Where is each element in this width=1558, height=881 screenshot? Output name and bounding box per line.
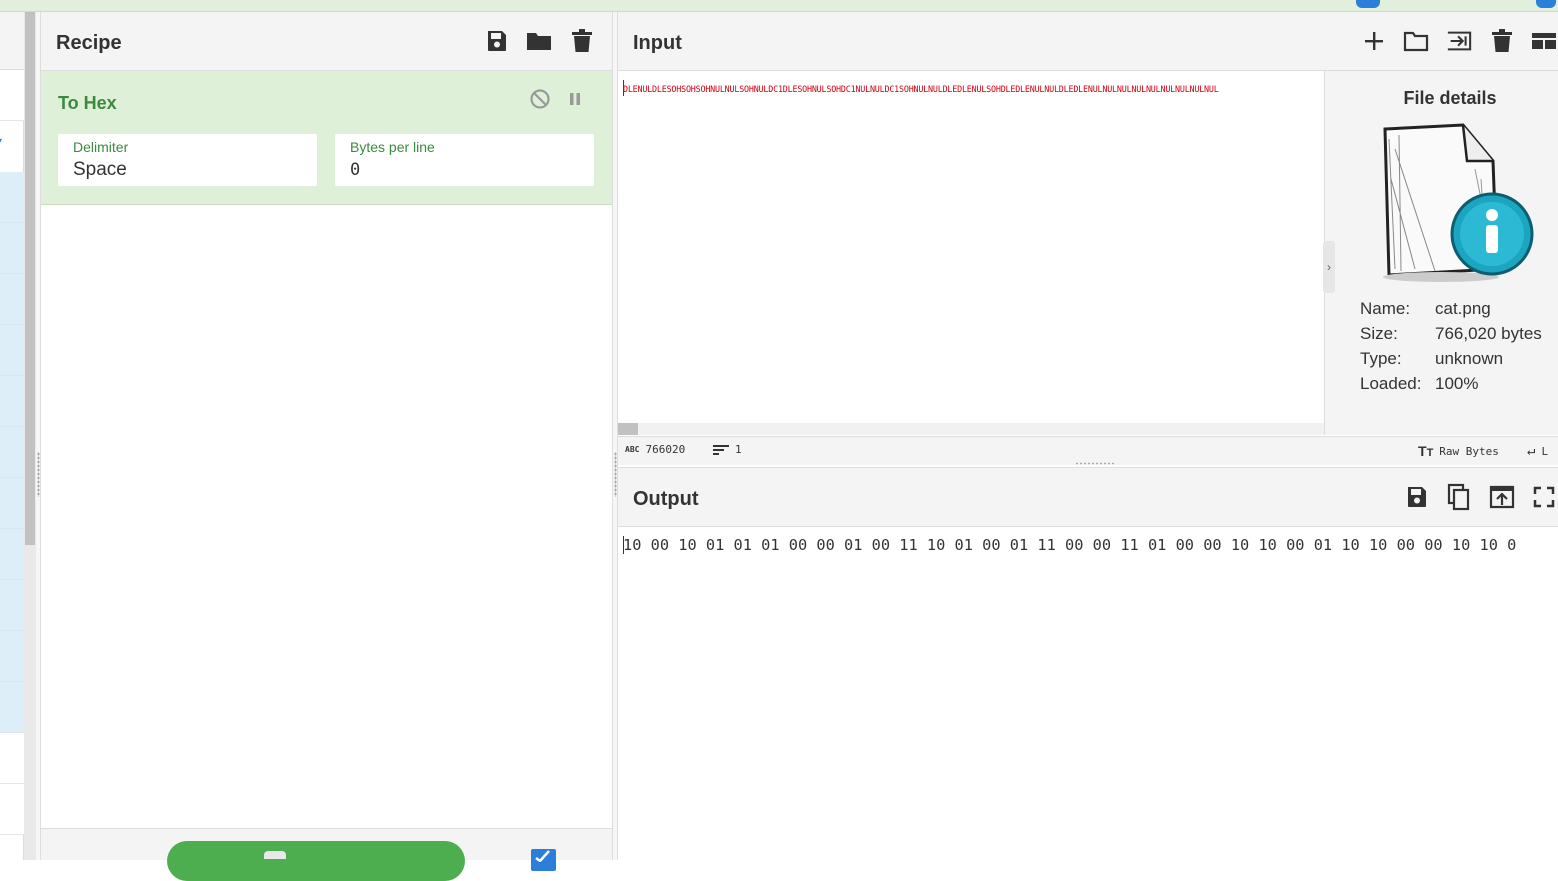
replace-input-icon[interactable] — [1489, 484, 1515, 510]
input-panel: Input DLENULDLESOHSOHSOHNULNULSOHNULDC1D… — [618, 12, 1558, 465]
file-size-label: Size: — [1360, 324, 1398, 343]
operation-list-item[interactable] — [0, 223, 24, 274]
trash-icon[interactable] — [569, 28, 595, 54]
operation-list-item[interactable] — [0, 376, 24, 427]
input-lines-value: 1 — [735, 443, 742, 456]
operation-list-item[interactable] — [0, 682, 24, 733]
input-horizontal-scrollbar[interactable] — [618, 423, 1324, 435]
file-loaded-value: 100% — [1435, 374, 1479, 393]
input-encoding-value[interactable]: Raw Bytes — [1439, 445, 1499, 458]
recipe-operation-to-hex[interactable]: To Hex Delimiter Space Bytes per line 0 — [41, 71, 612, 205]
operation-list-item[interactable] — [0, 580, 24, 631]
disable-icon[interactable] — [529, 88, 551, 110]
copy-icon[interactable] — [1446, 483, 1472, 511]
file-details-panel: › File details Name: cat.png Size: 766,020… — [1323, 71, 1558, 435]
delimiter-field[interactable]: Delimiter Space — [58, 134, 317, 186]
input-lines-stat: 1 — [713, 443, 742, 456]
bytes-per-line-value[interactable]: 0 — [350, 160, 360, 180]
input-header: Input — [618, 12, 1558, 71]
layout-icon[interactable] — [1531, 28, 1557, 54]
file-name-value: cat.png — [1435, 299, 1491, 318]
recipe-header: Recipe — [41, 12, 612, 71]
operation-list-item[interactable] — [0, 274, 24, 325]
delimiter-label: Delimiter — [73, 139, 129, 155]
scrollbar-thumb[interactable] — [618, 423, 638, 435]
save-icon[interactable] — [484, 28, 510, 54]
delimiter-value[interactable]: Space — [73, 159, 127, 181]
input-title: Input — [633, 32, 682, 54]
operations-panel: ▾ — [0, 12, 24, 860]
folder-icon[interactable] — [526, 28, 552, 54]
trash-icon[interactable] — [1489, 28, 1515, 54]
input-status-bar: ABC 766020 1 TT Raw Bytes ↵ L — [618, 436, 1558, 465]
chef-hat-icon — [264, 851, 286, 859]
input-eol-selector[interactable]: ↵ L — [1527, 443, 1548, 459]
category-item[interactable] — [0, 784, 24, 835]
bake-button[interactable] — [167, 841, 465, 881]
operations-scrollbar[interactable] — [24, 12, 36, 860]
output-title: Output — [633, 488, 699, 510]
input-eol-value[interactable]: L — [1541, 445, 1548, 458]
maximise-icon[interactable] — [1531, 484, 1557, 510]
category-item[interactable] — [0, 733, 24, 784]
splitter-grip — [614, 452, 617, 497]
return-icon: ↵ — [1527, 443, 1536, 459]
output-textarea[interactable]: 10 00 10 01 01 01 00 00 01 00 11 10 01 0… — [623, 536, 1516, 554]
bytes-per-line-field[interactable]: Bytes per line 0 — [335, 134, 594, 186]
auto-bake-checkbox[interactable] — [531, 849, 556, 871]
lines-icon — [713, 444, 729, 455]
input-textarea[interactable]: DLENULDLESOHSOHSOHNULNULSOHNULDC1DLESOHN… — [623, 84, 1325, 98]
chevron-down-icon[interactable]: ▾ — [0, 136, 2, 147]
operation-title: To Hex — [58, 93, 117, 113]
pause-icon[interactable] — [564, 88, 586, 110]
folder-open-icon[interactable] — [1403, 28, 1429, 54]
operation-list-item[interactable] — [0, 478, 24, 529]
banner-info-icon[interactable] — [1536, 0, 1556, 8]
recipe-panel: Recipe To Hex Delimiter Space Bytes per … — [41, 12, 612, 881]
banner-icon[interactable] — [1356, 0, 1380, 8]
operation-list-item[interactable] — [0, 172, 24, 223]
operation-list-item[interactable] — [0, 325, 24, 376]
file-name-label: Name: — [1360, 299, 1411, 318]
collapse-file-details-toggle[interactable]: › — [1323, 241, 1335, 293]
horizontal-splitter-grip[interactable] — [1075, 462, 1115, 465]
file-type-value: unknown — [1435, 349, 1504, 368]
input-encoding-selector[interactable]: TT Raw Bytes — [1418, 443, 1499, 459]
plus-icon[interactable] — [1361, 28, 1387, 54]
font-size-icon: TT — [1418, 443, 1434, 459]
file-size-value: 766,020 bytes — [1435, 324, 1542, 343]
operations-header — [0, 12, 24, 70]
input-length-stat: ABC 766020 — [625, 443, 685, 456]
file-details-title: File details — [1403, 88, 1497, 108]
file-loaded-label: Loaded: — [1360, 374, 1422, 393]
operation-list-item[interactable] — [0, 631, 24, 682]
abc-icon: ABC — [625, 445, 640, 454]
scrollbar-thumb[interactable] — [25, 12, 35, 545]
splitter-grip — [37, 452, 40, 497]
recipe-title: Recipe — [56, 32, 122, 54]
output-header: Output — [618, 468, 1558, 527]
input-tab-icon[interactable] — [1446, 28, 1472, 54]
input-length-value: 766020 — [645, 443, 686, 456]
operations-search[interactable] — [0, 70, 24, 121]
operation-list-item[interactable] — [0, 427, 24, 478]
save-icon[interactable] — [1404, 484, 1430, 510]
file-type-label: Type: — [1360, 349, 1402, 368]
bytes-per-line-label: Bytes per line — [350, 139, 435, 155]
output-panel: Output 10 00 10 01 01 01 00 00 01 00 11 … — [618, 467, 1558, 860]
recipe-footer — [41, 828, 612, 881]
top-banner — [0, 0, 1558, 12]
file-info-icon — [1375, 119, 1535, 289]
file-details-list: Name: cat.png Size: 766,020 bytes Type: unk… — [1360, 296, 1542, 396]
operation-list-item[interactable] — [0, 529, 24, 580]
